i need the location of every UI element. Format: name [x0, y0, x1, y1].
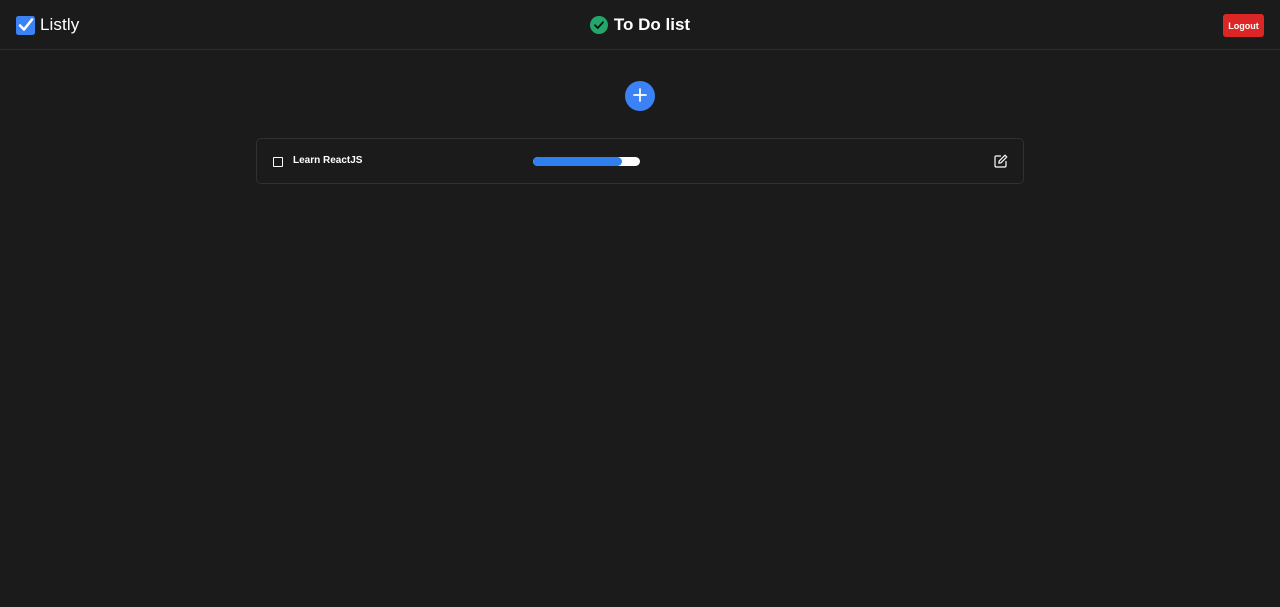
- check-circle-icon: [589, 16, 608, 34]
- page-title: To Do list: [0, 15, 1280, 35]
- todo-item: Learn ReactJS: [256, 138, 1024, 184]
- todo-list: Learn ReactJS: [256, 138, 1024, 184]
- top-bar: Listly To Do list Logout: [0, 0, 1280, 50]
- plus-icon: [632, 87, 648, 106]
- todo-progress-fill: [533, 157, 622, 166]
- logout-button[interactable]: Logout: [1223, 14, 1264, 37]
- todo-label: Learn ReactJS: [293, 155, 363, 166]
- edit-icon: [994, 154, 1008, 171]
- add-todo-button[interactable]: [625, 81, 655, 111]
- todo-progress-bar: [533, 157, 640, 166]
- todo-checkbox[interactable]: [273, 157, 283, 167]
- page-title-text: To Do list: [613, 15, 691, 34]
- edit-button[interactable]: [994, 154, 1008, 168]
